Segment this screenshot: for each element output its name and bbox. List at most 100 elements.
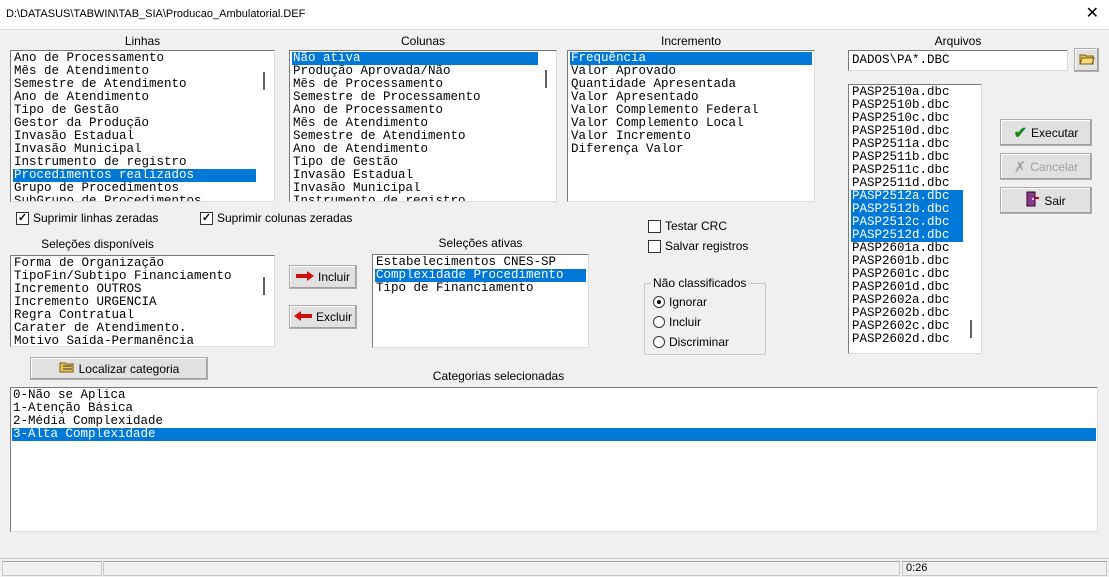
- selecoes-disponiveis-list[interactable]: Forma de Organização TipoFin/Subtipo Fina…: [10, 255, 275, 347]
- colunas-item[interactable]: Produção Aprovada/Não: [292, 65, 538, 78]
- colunas-item[interactable]: Mês de Atendimento: [292, 117, 538, 130]
- arquivos-files-list[interactable]: PASP2510a.dbc PASP2510b.dbc PASP2510c.dbc P…: [848, 84, 982, 354]
- arquivos-scrollbar[interactable]: [963, 86, 980, 352]
- linhas-item[interactable]: Grupo de Procedimentos: [13, 182, 256, 195]
- selecao-ativa-item[interactable]: Estabelecimentos CNES-SP: [375, 256, 586, 269]
- colunas-item[interactable]: Invasão Estadual: [292, 169, 538, 182]
- incremento-item[interactable]: Valor Complemento Federal: [570, 104, 812, 117]
- arquivo-item[interactable]: PASP2512d.dbc: [851, 229, 963, 242]
- arquivo-item[interactable]: PASP2512c.dbc: [851, 216, 963, 229]
- selecao-disponivel-item[interactable]: Incremento OUTROS: [13, 283, 256, 296]
- arquivos-pattern-input[interactable]: DADOS\PA*.DBC: [848, 50, 1068, 71]
- selecao-disponivel-item[interactable]: Carater de Atendimento.: [13, 322, 256, 335]
- colunas-item[interactable]: Não ativa: [292, 52, 538, 65]
- linhas-item[interactable]: Mês de Atendimento: [13, 65, 256, 78]
- open-folder-button[interactable]: [1074, 48, 1099, 72]
- categorias-list[interactable]: 0-Não se Aplica 1-Atenção Básica 2-Média C…: [10, 387, 1098, 532]
- arquivo-item[interactable]: PASP2510b.dbc: [851, 99, 963, 112]
- incremento-item[interactable]: Valor Incremento: [570, 130, 812, 143]
- executar-button[interactable]: ✔ Executar: [1000, 119, 1092, 146]
- radio-discriminar[interactable]: Discriminar: [653, 335, 729, 349]
- cancelar-button[interactable]: ✗ Cancelar: [1000, 153, 1092, 180]
- linhas-item[interactable]: Tipo de Gestão: [13, 104, 256, 117]
- incremento-item[interactable]: Valor Aprovado: [570, 65, 812, 78]
- arquivo-item[interactable]: PASP2511b.dbc: [851, 151, 963, 164]
- linhas-item[interactable]: Instrumento de registro: [13, 156, 256, 169]
- radio-empty-icon: [653, 316, 665, 328]
- selecao-disponivel-item[interactable]: Regra Contratual: [13, 309, 256, 322]
- linhas-scrollbar[interactable]: [256, 52, 273, 200]
- close-icon[interactable]: ✕: [1086, 5, 1099, 23]
- arquivo-item[interactable]: PASP2511d.dbc: [851, 177, 963, 190]
- selecao-disponivel-item[interactable]: Forma de Organização: [13, 257, 256, 270]
- categoria-item[interactable]: 0-Não se Aplica: [12, 389, 1096, 402]
- arquivo-item[interactable]: PASP2601a.dbc: [851, 242, 963, 255]
- colunas-item[interactable]: Instrumento de registro: [292, 195, 538, 201]
- arquivo-item[interactable]: PASP2512a.dbc: [851, 190, 963, 203]
- arquivo-item[interactable]: PASP2602d.dbc: [851, 333, 963, 346]
- selecoes-ativas-list[interactable]: Estabelecimentos CNES-SP Complexidade Pro…: [372, 254, 589, 348]
- linhas-item[interactable]: Invasão Municipal: [13, 143, 256, 156]
- colunas-item[interactable]: Semestre de Atendimento: [292, 130, 538, 143]
- colunas-item[interactable]: Mês de Processamento: [292, 78, 538, 91]
- radio-incluir[interactable]: Incluir: [653, 315, 701, 329]
- selecao-ativa-item[interactable]: Tipo de Financiamento: [375, 282, 586, 295]
- incremento-item[interactable]: Valor Complemento Local: [570, 117, 812, 130]
- colunas-list[interactable]: Não ativa Produção Aprovada/Não Mês de Pro…: [289, 50, 557, 202]
- selecoes-disponiveis-scrollbar[interactable]: [256, 257, 273, 345]
- arquivo-item[interactable]: PASP2510c.dbc: [851, 112, 963, 125]
- colunas-item[interactable]: Tipo de Gestão: [292, 156, 538, 169]
- checkbox-checked-icon: ✓: [200, 211, 213, 225]
- linhas-item[interactable]: Invasão Estadual: [13, 130, 256, 143]
- linhas-item[interactable]: Ano de Processamento: [13, 52, 256, 65]
- radio-ignorar[interactable]: Ignorar: [653, 295, 707, 309]
- arquivo-item[interactable]: PASP2510d.dbc: [851, 125, 963, 138]
- linhas-item[interactable]: Gestor da Produção: [13, 117, 256, 130]
- suprimir-linhas-checkbox[interactable]: ✓ Suprimir linhas zeradas: [16, 211, 158, 225]
- categoria-item[interactable]: 1-Atenção Básica: [12, 402, 1096, 415]
- linhas-item[interactable]: Semestre de Atendimento: [13, 78, 256, 91]
- colunas-item[interactable]: Ano de Processamento: [292, 104, 538, 117]
- arquivo-item[interactable]: PASP2511a.dbc: [851, 138, 963, 151]
- arquivo-item[interactable]: PASP2601d.dbc: [851, 281, 963, 294]
- arquivo-item[interactable]: PASP2602a.dbc: [851, 294, 963, 307]
- incluir-button[interactable]: Incluir: [289, 265, 357, 289]
- arquivo-item[interactable]: PASP2601b.dbc: [851, 255, 963, 268]
- arquivo-item[interactable]: PASP2511c.dbc: [851, 164, 963, 177]
- selecao-disponivel-item[interactable]: Incremento URGENCIA: [13, 296, 256, 309]
- categoria-item[interactable]: 3-Alta Complexidade: [12, 428, 1096, 441]
- folder-icon: [1078, 52, 1095, 69]
- colunas-item[interactable]: Ano de Atendimento: [292, 143, 538, 156]
- selecao-disponivel-item[interactable]: TipoFin/Subtipo Financiamento: [13, 270, 256, 283]
- incremento-item[interactable]: Quantidade Apresentada: [570, 78, 812, 91]
- salvar-registros-checkbox[interactable]: Salvar registros: [648, 239, 748, 253]
- excluir-button[interactable]: Excluir: [289, 305, 357, 329]
- suprimir-colunas-checkbox[interactable]: ✓ Suprimir colunas zeradas: [200, 211, 352, 225]
- selecao-disponivel-item[interactable]: Motivo Saída-Permanência: [13, 335, 256, 346]
- cancel-x-icon: ✗: [1013, 158, 1027, 176]
- incremento-item[interactable]: Frequência: [570, 52, 812, 65]
- selecao-ativa-item[interactable]: Complexidade Procedimento: [375, 269, 586, 282]
- linhas-item[interactable]: Procedimentos realizados: [13, 169, 256, 182]
- colunas-item[interactable]: Semestre de Processamento: [292, 91, 538, 104]
- arquivo-item[interactable]: PASP2602b.dbc: [851, 307, 963, 320]
- colunas-scrollbar[interactable]: [538, 52, 555, 200]
- colunas-item[interactable]: Invasão Municipal: [292, 182, 538, 195]
- arquivo-item[interactable]: PASP2601c.dbc: [851, 268, 963, 281]
- incremento-list[interactable]: Frequência Valor Aprovado Quantidade Apres…: [567, 50, 815, 202]
- arquivo-item[interactable]: PASP2510a.dbc: [851, 86, 963, 99]
- incremento-item[interactable]: Valor Apresentado: [570, 91, 812, 104]
- linhas-list[interactable]: Ano de Processamento Mês de Atendimento Se…: [10, 50, 275, 202]
- checkbox-empty-icon: [648, 219, 661, 233]
- arrow-right-icon: [295, 270, 314, 284]
- linhas-item[interactable]: SubGrupo de Procedimentos: [13, 195, 256, 201]
- arquivo-item[interactable]: PASP2512b.dbc: [851, 203, 963, 216]
- categoria-item[interactable]: 2-Média Complexidade: [12, 415, 1096, 428]
- sair-button[interactable]: Sair: [1000, 187, 1092, 214]
- linhas-item[interactable]: Ano de Atendimento: [13, 91, 256, 104]
- testar-crc-checkbox[interactable]: Testar CRC: [648, 219, 727, 233]
- incremento-label: Incremento: [660, 34, 722, 48]
- arquivo-item[interactable]: PASP2602c.dbc: [851, 320, 963, 333]
- status-bar: 0:26: [0, 558, 1109, 577]
- incremento-item[interactable]: Diferença Valor: [570, 143, 812, 156]
